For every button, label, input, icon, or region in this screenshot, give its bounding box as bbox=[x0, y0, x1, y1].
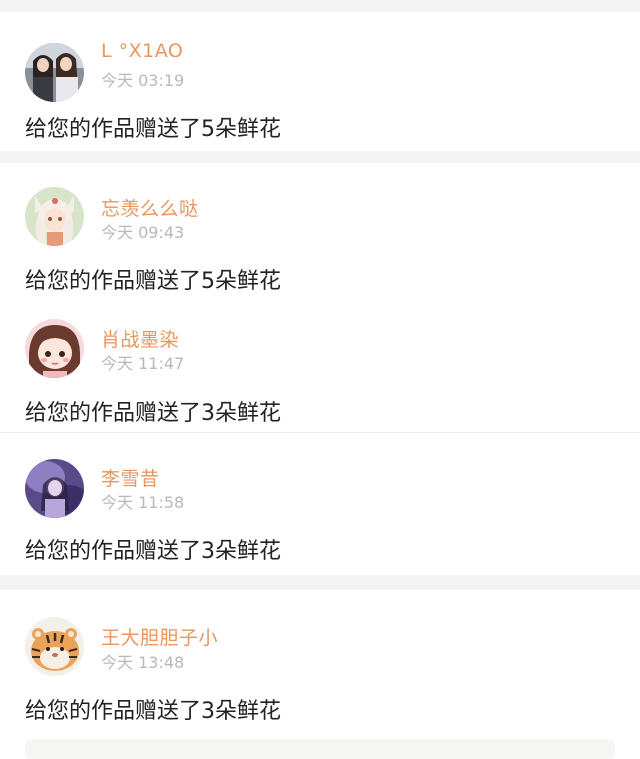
next-item-card bbox=[25, 739, 615, 759]
avatar[interactable] bbox=[25, 319, 84, 378]
purple-photo-avatar-icon bbox=[25, 459, 84, 518]
sender-name[interactable]: L °X1AO bbox=[101, 40, 183, 62]
list-item[interactable]: L °X1AO 今天 03:19 给您的作品赠送了5朵鲜花 bbox=[0, 12, 640, 151]
timestamp: 今天 11:47 bbox=[101, 354, 185, 373]
avatar[interactable] bbox=[25, 459, 84, 518]
two-girls-photo-avatar-icon bbox=[25, 43, 84, 102]
sender-name[interactable]: 王大胆胆子小 bbox=[101, 623, 218, 650]
avatar[interactable] bbox=[25, 187, 84, 246]
section-separator bbox=[0, 0, 640, 12]
timestamp: 今天 11:58 bbox=[101, 493, 185, 512]
chubby-tiger-avatar-icon bbox=[25, 617, 84, 676]
timestamp: 今天 03:19 bbox=[101, 71, 185, 90]
avatar[interactable] bbox=[25, 617, 84, 676]
list-item[interactable]: 肖战墨染 今天 11:47 给您的作品赠送了3朵鲜花 bbox=[0, 294, 640, 432]
anime-fox-girl-avatar-icon bbox=[25, 187, 84, 246]
gift-message: 给您的作品赠送了5朵鲜花 bbox=[25, 269, 281, 294]
avatar[interactable] bbox=[25, 43, 84, 102]
sender-name[interactable]: 李雪昔 bbox=[101, 464, 160, 491]
gift-message: 给您的作品赠送了5朵鲜花 bbox=[25, 117, 281, 142]
list-item[interactable]: 王大胆胆子小 今天 13:48 给您的作品赠送了3朵鲜花 bbox=[0, 590, 640, 747]
list-item[interactable]: 李雪昔 今天 11:58 给您的作品赠送了3朵鲜花 bbox=[0, 433, 640, 575]
timestamp: 今天 13:48 bbox=[101, 653, 185, 672]
section-separator bbox=[0, 575, 640, 590]
gift-message: 给您的作品赠送了3朵鲜花 bbox=[25, 539, 281, 564]
cartoon-girl-avatar-icon bbox=[25, 319, 84, 378]
sender-name[interactable]: 忘羡么么哒 bbox=[101, 194, 199, 221]
sender-name[interactable]: 肖战墨染 bbox=[101, 325, 179, 352]
list-item[interactable]: 忘羡么么哒 今天 09:43 给您的作品赠送了5朵鲜花 bbox=[0, 163, 640, 294]
gift-message: 给您的作品赠送了3朵鲜花 bbox=[25, 401, 281, 426]
timestamp: 今天 09:43 bbox=[101, 223, 185, 242]
section-separator bbox=[0, 151, 640, 163]
gift-message: 给您的作品赠送了3朵鲜花 bbox=[25, 699, 281, 724]
